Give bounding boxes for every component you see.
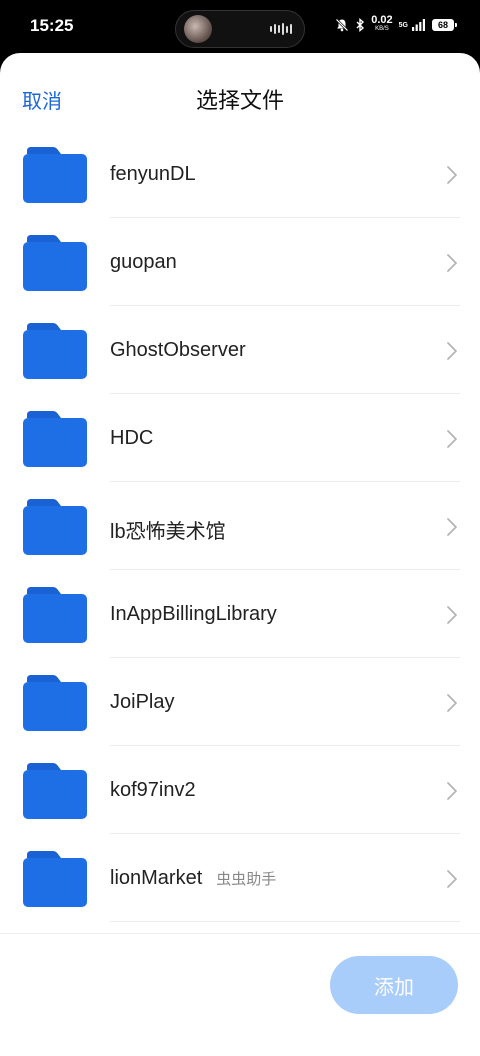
folder-name-text: lionMarket (110, 867, 203, 889)
row-divider (110, 305, 460, 306)
folder-name-text: fenyunDL (110, 163, 196, 185)
folder-list-item-2[interactable]: guopan (0, 229, 480, 317)
folder-icon (23, 323, 87, 379)
sheet-footer: 添加 (0, 933, 480, 1056)
dynamic-island[interactable] (175, 10, 305, 48)
row-divider (110, 393, 460, 394)
row-divider (110, 217, 460, 218)
folder-name-text: kof97inv2 (110, 779, 196, 801)
page-title: 选择文件 (195, 89, 284, 114)
chevron-right-icon[interactable] (446, 165, 458, 185)
folder-list-item-1[interactable]: fenyunDL (0, 141, 480, 229)
chevron-right-icon[interactable] (446, 605, 458, 625)
folder-name: fenyunDL (110, 163, 196, 186)
file-picker-sheet: 取消 选择文件 fenyunDL guopan GhostObserver HD… (0, 53, 480, 1056)
status-time: 15:25 (30, 16, 74, 35)
network-speed: 0.02 KB/S (371, 14, 393, 34)
folder-name-text: HDC (110, 427, 154, 449)
row-divider (110, 921, 460, 922)
row-divider (110, 481, 460, 482)
add-button[interactable]: 添加 (330, 956, 458, 1014)
folder-list-item-3[interactable]: GhostObserver (0, 317, 480, 405)
folder-name-text: lb恐怖美术馆 (110, 521, 226, 543)
folder-icon (23, 499, 87, 555)
media-artwork-icon (184, 15, 212, 43)
folder-list-item-7[interactable]: JoiPlay (0, 669, 480, 757)
folder-name: kof97inv2 (110, 779, 196, 802)
folder-list-item-8[interactable]: kof97inv2 (0, 757, 480, 845)
folder-icon (23, 235, 87, 291)
folder-list-item-5[interactable]: lb恐怖美术馆 (0, 493, 480, 581)
folder-list: fenyunDL guopan GhostObserver HDC lb恐怖美术… (0, 141, 480, 933)
folder-icon (23, 147, 87, 203)
folder-name-text: JoiPlay (110, 691, 175, 713)
status-icons: 0.02 KB/S 5G 68 (335, 14, 457, 34)
chevron-right-icon[interactable] (446, 693, 458, 713)
folder-name-text: InAppBillingLibrary (110, 603, 277, 625)
folder-icon (23, 851, 87, 907)
chevron-right-icon[interactable] (446, 429, 458, 449)
folder-name-text: guopan (110, 251, 177, 273)
row-divider (110, 657, 460, 658)
folder-list-item-4[interactable]: HDC (0, 405, 480, 493)
sheet-header: 取消 选择文件 (0, 53, 480, 141)
folder-name: HDC (110, 427, 153, 450)
chevron-right-icon[interactable] (446, 341, 458, 361)
folder-list-item-9[interactable]: lionMarket 虫虫助手 (0, 845, 480, 933)
bluetooth-icon (356, 18, 365, 32)
folder-name: InAppBillingLibrary (110, 603, 277, 626)
network-type: 5G (398, 21, 408, 29)
battery-icon: 68 (432, 19, 457, 31)
folder-name-text: GhostObserver (110, 339, 246, 361)
folder-list-item-6[interactable]: InAppBillingLibrary (0, 581, 480, 669)
row-divider (110, 833, 460, 834)
battery-level: 68 (437, 20, 448, 30)
mute-icon (335, 18, 349, 32)
folder-icon (23, 675, 87, 731)
signal-icon (412, 19, 425, 31)
row-divider (110, 569, 460, 570)
folder-icon (23, 587, 87, 643)
chevron-right-icon[interactable] (446, 869, 458, 889)
folder-name: lb恐怖美术馆 (110, 515, 226, 544)
row-divider (110, 745, 460, 746)
network-speed-value: 0.02 (371, 14, 393, 26)
chevron-right-icon[interactable] (446, 253, 458, 273)
folder-name: lionMarket 虫虫助手 (110, 867, 276, 890)
folder-tag: 虫虫助手 (216, 871, 277, 888)
folder-icon (23, 411, 87, 467)
chevron-right-icon[interactable] (446, 517, 458, 537)
folder-name: guopan (110, 251, 177, 274)
folder-name: GhostObserver (110, 339, 246, 362)
audio-wave-icon (270, 23, 292, 35)
folder-name: JoiPlay (110, 691, 174, 714)
folder-icon (23, 763, 87, 819)
chevron-right-icon[interactable] (446, 781, 458, 801)
status-bar: 15:25 0.02 KB/S 5G 68 (0, 0, 480, 56)
network-speed-unit: KB/S (375, 26, 389, 32)
